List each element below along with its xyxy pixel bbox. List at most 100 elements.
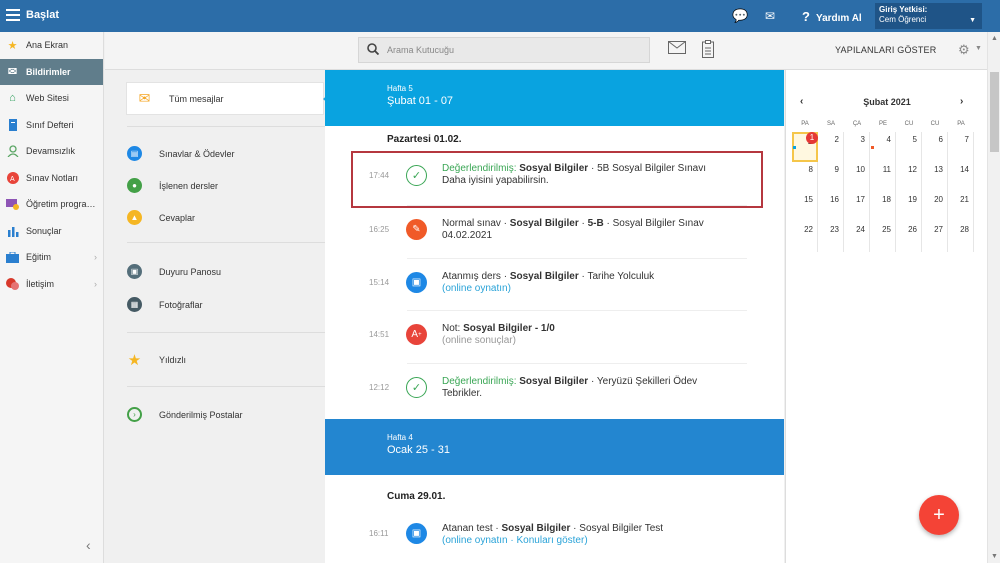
calendar-day[interactable]: 21 xyxy=(948,192,974,222)
sidebar-item-label: İletişim xyxy=(26,278,55,289)
compose-mail-icon[interactable] xyxy=(668,41,686,58)
message-separator: · xyxy=(588,163,598,174)
person-icon xyxy=(6,145,19,158)
calendar-day[interactable]: 15 xyxy=(792,192,818,222)
hamburger-menu-icon[interactable] xyxy=(6,9,20,21)
envelope-icon[interactable]: ✉ xyxy=(765,9,775,23)
calendar-day[interactable]: 3 xyxy=(844,132,870,162)
calendar-day[interactable]: 19 xyxy=(896,192,922,222)
message-comment: Daha iyisini yapabilirsin. xyxy=(442,175,549,186)
message-text: Not: Sosyal Bilgiler - 1/0 (online sonuç… xyxy=(442,323,742,347)
play-online-link[interactable]: (online oynatın xyxy=(442,535,508,546)
message-feed: Hafta 5 Şubat 01 - 07 Pazartesi 01.02. 1… xyxy=(325,70,784,563)
sidebar-item-sonuclar[interactable]: Sonuçlar xyxy=(0,218,103,245)
calendar-day[interactable]: 23 xyxy=(818,222,844,252)
calendar-day[interactable]: 26 xyxy=(896,222,922,252)
help-button[interactable]: ? Yardım Al xyxy=(802,9,862,24)
folder-answers[interactable]: ▲ Cevaplar xyxy=(127,210,195,225)
calendar-day[interactable]: 12 xyxy=(896,162,922,192)
sidebar-item-sinif-defteri[interactable]: Sınıf Defteri xyxy=(0,112,103,139)
folder-label: Gönderilmiş Postalar xyxy=(159,409,243,420)
sidebar-item-iletisim[interactable]: İletişim › xyxy=(0,271,103,298)
chat-bubbles-icon[interactable]: 💬 xyxy=(732,8,748,24)
folder-all-messages[interactable]: ✉ Tüm mesajlar xyxy=(126,82,331,115)
weekday-label: PA xyxy=(957,121,965,127)
message-type: Not: xyxy=(442,323,461,334)
app-title[interactable]: Başlat xyxy=(26,9,59,21)
show-completed-button[interactable]: YAPILANLARI GÖSTER xyxy=(835,45,936,55)
chevron-right-icon: › xyxy=(94,252,97,263)
sidebar-item-ogretim-programi[interactable]: Öğretim progra… xyxy=(0,191,103,218)
folder-starred[interactable]: ★ Yıldızlı xyxy=(127,351,186,369)
folder-exams-homework[interactable]: ▤ Sınavlar & Ödevler xyxy=(127,146,235,161)
sidebar-item-sinav-notlari[interactable]: A Sınav Notları xyxy=(0,165,103,192)
caret-down-icon[interactable]: ▼ xyxy=(975,45,982,52)
sidebar-item-bildirimler[interactable]: ✉ Bildirimler xyxy=(0,58,103,85)
calendar-day[interactable]: 10 xyxy=(844,162,870,192)
calendar-day[interactable]: 27 xyxy=(922,222,948,252)
message-text: Atanmış ders · Sosyal Bilgiler · Tarihe … xyxy=(442,271,655,294)
calendar-day[interactable]: 7 xyxy=(948,132,974,162)
online-results-link[interactable]: (online sonuçlar) xyxy=(442,335,516,346)
calendar-day[interactable]: 14 xyxy=(948,162,974,192)
event-dot xyxy=(871,146,874,149)
calendar-day[interactable]: 8 xyxy=(792,162,818,192)
calendar-day[interactable]: 28 xyxy=(948,222,974,252)
message-text: Normal sınav · Sosyal Bilgiler · 5-B · S… xyxy=(442,218,704,241)
scroll-down-icon[interactable]: ▼ xyxy=(991,553,998,560)
calendar-day[interactable]: 2 xyxy=(818,132,844,162)
check-circle-icon: ✓ xyxy=(406,165,427,186)
calendar-day[interactable]: 20 xyxy=(922,192,948,222)
message-subject: Sosyal Bilgiler xyxy=(509,218,579,229)
scrollbar-thumb[interactable] xyxy=(990,72,999,152)
folder-announcements[interactable]: ▣ Duyuru Panosu xyxy=(127,264,221,279)
user-selector[interactable]: Giriş Yetkisi: Cem Öğrenci ▼ xyxy=(875,3,982,29)
folder-sent[interactable]: › Gönderilmiş Postalar xyxy=(127,407,243,422)
folder-label: Tüm mesajlar xyxy=(169,93,224,104)
message-subject: Sosyal Bilgiler - 1/0 xyxy=(463,323,555,334)
clipboard-icon[interactable] xyxy=(702,40,714,62)
calendar-day[interactable]: 9 xyxy=(818,162,844,192)
message-title: Sosyal Bilgiler Sınav xyxy=(612,218,704,229)
divider xyxy=(127,126,325,127)
scroll-up-icon[interactable]: ▲ xyxy=(991,35,998,42)
message-text: Atanan test · Sosyal Bilgiler · Sosyal B… xyxy=(442,523,664,546)
search-input[interactable]: Arama Kutucuğu xyxy=(358,37,650,63)
folder-photos[interactable]: ▦ Fotoğraflar xyxy=(127,297,203,312)
calendar-day[interactable]: 13 xyxy=(922,162,948,192)
calendar-day[interactable]: 18 xyxy=(870,192,896,222)
chevron-right-icon: › xyxy=(94,278,97,289)
check-circle-icon: ✓ xyxy=(406,377,427,398)
scrollbar[interactable]: ▲ ▼ xyxy=(987,32,1000,563)
sidebar-item-devamsizlik[interactable]: Devamsızlık xyxy=(0,138,103,165)
top-bar: Başlat 💬 ✉ ? Yardım Al Giriş Yetkisi: Cem… xyxy=(0,0,1000,32)
home-icon: ⌂ xyxy=(9,92,16,105)
notebook-icon xyxy=(6,118,19,131)
folder-lessons[interactable]: ● İşlenen dersler xyxy=(127,178,218,193)
calendar-day[interactable]: 17 xyxy=(844,192,870,222)
star-icon: ★ xyxy=(127,351,142,369)
weekday-label: PA xyxy=(801,121,809,127)
collapse-sidebar-icon[interactable]: ‹ xyxy=(86,537,91,553)
calendar-day[interactable]: 22 xyxy=(792,222,818,252)
sidebar-item-egitim[interactable]: Eğitim › xyxy=(0,244,103,271)
calendar: ‹ Şubat 2021 › PASAÇAPECUCUPA 1234567891… xyxy=(785,70,987,563)
next-month-button[interactable]: › xyxy=(960,96,963,107)
sidebar-item-ana-ekran[interactable]: ★ Ana Ekran xyxy=(0,32,103,59)
message-text: Değerlendirilmiş: Sosyal Bilgiler · 5B S… xyxy=(442,163,742,187)
show-topics-link[interactable]: Konuları göster) xyxy=(517,535,588,546)
add-button[interactable]: + xyxy=(919,495,959,535)
play-online-link[interactable]: (online oynatın) xyxy=(442,283,511,294)
help-label: Yardım Al xyxy=(815,13,862,24)
calendar-day[interactable]: 5 xyxy=(896,132,922,162)
calendar-day[interactable]: 25 xyxy=(870,222,896,252)
calendar-day[interactable]: 11 xyxy=(870,162,896,192)
message-type: Atanmış ders xyxy=(442,271,501,282)
calendar-day[interactable]: 24 xyxy=(844,222,870,252)
sidebar-item-web-sitesi[interactable]: ⌂ Web Sitesi xyxy=(0,85,103,112)
calendar-day[interactable]: 6 xyxy=(922,132,948,162)
gear-icon[interactable]: ⚙ xyxy=(958,42,970,58)
calendar-day[interactable]: 16 xyxy=(818,192,844,222)
day-header: Pazartesi 01.02. xyxy=(387,134,462,145)
toolbar: Arama Kutucuğu YAPILANLARI GÖSTER ⚙ ▼ xyxy=(105,32,987,70)
